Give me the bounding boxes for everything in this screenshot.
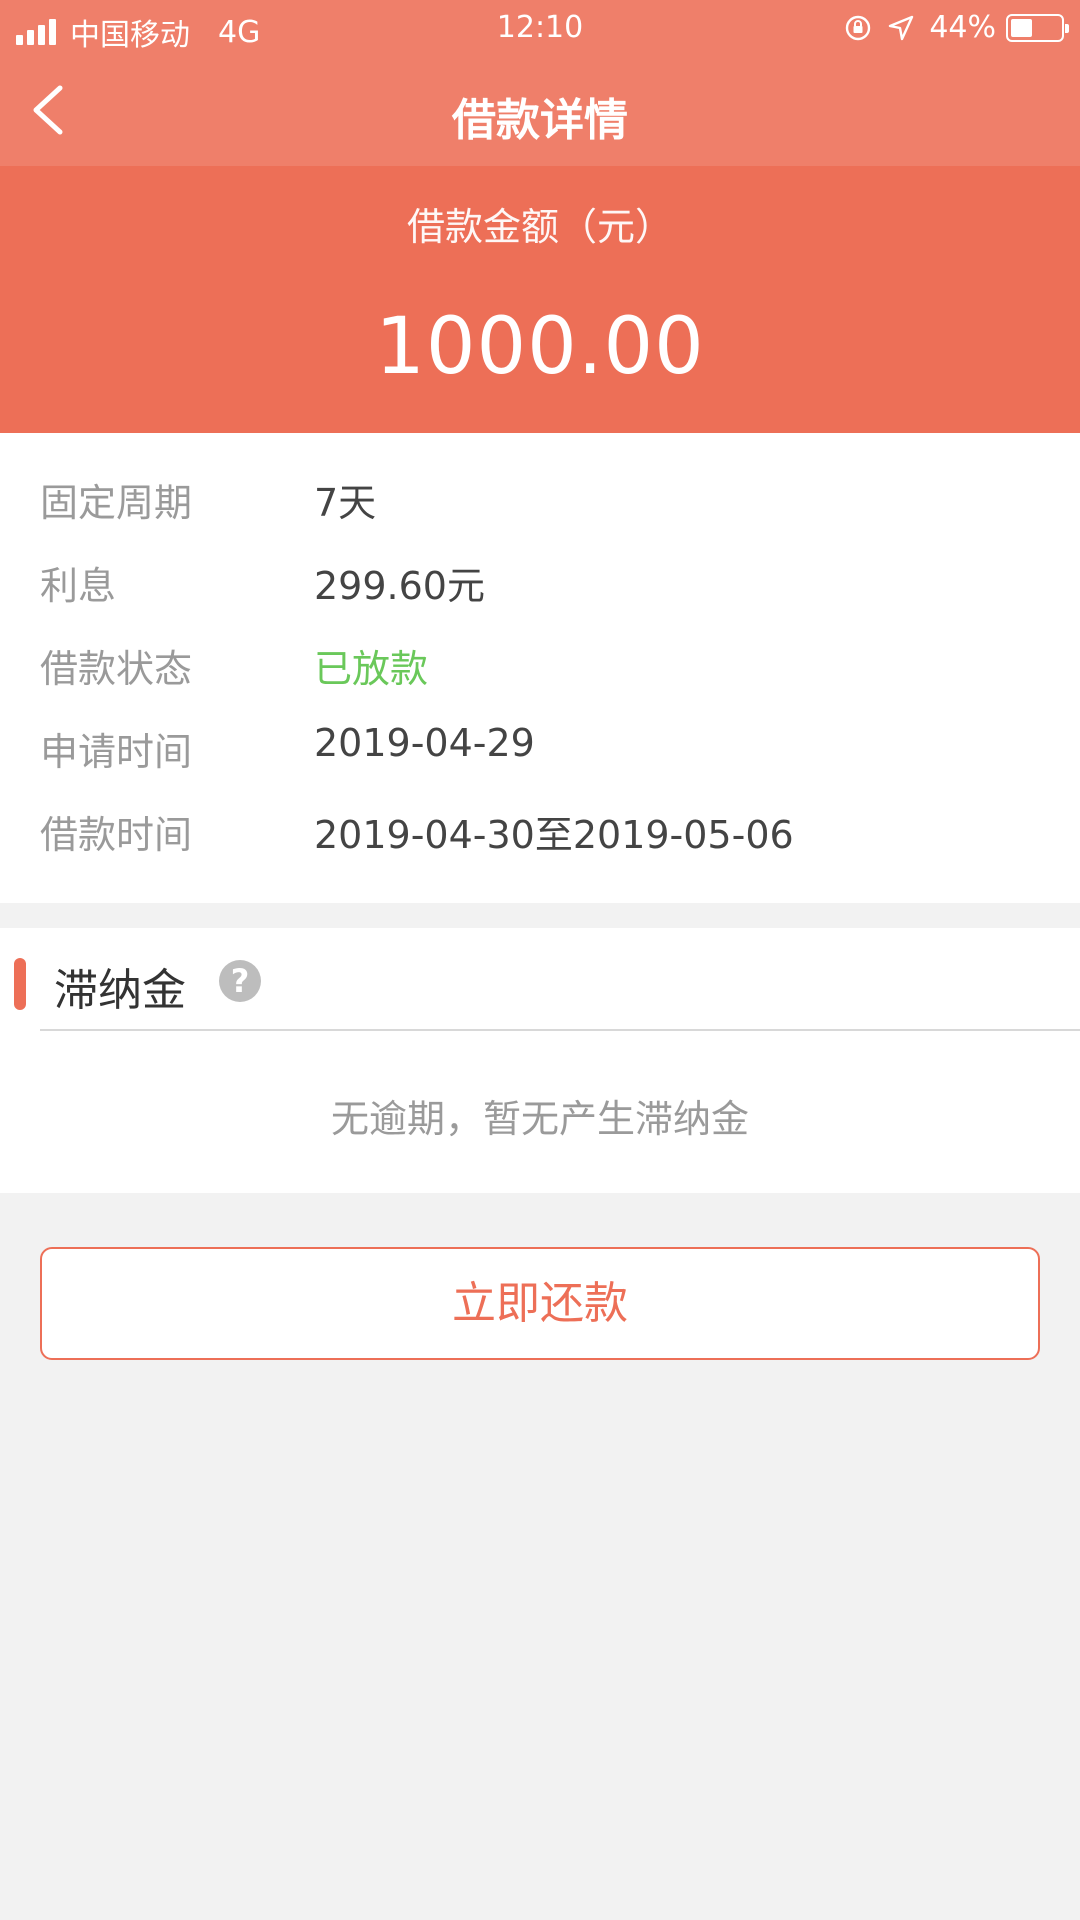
battery-icon <box>1006 13 1069 42</box>
detail-row-interest: 利息 299.60元 <box>0 555 1080 615</box>
orientation-lock-icon <box>846 15 871 40</box>
detail-value: 2019-04-29 <box>314 721 535 765</box>
loan-amount-card: 借款金额（元） 1000.00 <box>0 166 1080 433</box>
header-background: 中国移动 4G 12:10 44% 借款详情 <box>0 0 1080 166</box>
section-accent-bar <box>14 958 26 1010</box>
help-icon[interactable]: ? <box>219 960 261 1002</box>
late-fee-message: 无逾期，暂无产生滞纳金 <box>330 1097 749 1141</box>
late-fee-title: 滞纳金 <box>54 965 186 1016</box>
late-fee-section: 滞纳金 ? 无逾期，暂无产生滞纳金 <box>0 928 1080 1193</box>
loan-amount-value: 1000.00 <box>375 302 705 392</box>
nav-bar: 借款详情 <box>0 54 1080 166</box>
detail-value: 299.60元 <box>314 564 485 608</box>
detail-key: 借款状态 <box>40 647 193 691</box>
status-bar: 中国移动 4G 12:10 44% <box>0 0 1080 54</box>
status-right: 44% <box>843 10 1069 45</box>
detail-row-loan-time: 借款时间 2019-04-30至2019-05-06 <box>0 804 1080 864</box>
detail-key: 利息 <box>40 564 117 608</box>
detail-key: 借款时间 <box>40 813 193 857</box>
battery-fill <box>1011 18 1032 37</box>
divider <box>40 1029 1080 1031</box>
location-arrow-icon <box>889 15 914 40</box>
detail-row-apply-time: 申请时间 2019-04-29 <box>0 721 1080 781</box>
detail-value: 2019-04-30至2019-05-06 <box>314 813 794 857</box>
loan-details: 固定周期 7天 利息 299.60元 借款状态 已放款 申请时间 2019-04… <box>0 433 1080 903</box>
repay-now-button[interactable]: 立即还款 <box>40 1247 1040 1360</box>
page-title: 借款详情 <box>452 95 628 146</box>
battery-percent: 44% <box>929 10 996 45</box>
detail-row-period: 固定周期 7天 <box>0 472 1080 532</box>
status-value: 已放款 <box>314 647 429 691</box>
detail-row-status: 借款状态 已放款 <box>0 638 1080 698</box>
detail-key: 固定周期 <box>40 481 193 525</box>
detail-key: 申请时间 <box>40 730 193 774</box>
detail-value: 7天 <box>314 481 377 525</box>
loan-amount-label: 借款金额（元） <box>406 205 673 249</box>
